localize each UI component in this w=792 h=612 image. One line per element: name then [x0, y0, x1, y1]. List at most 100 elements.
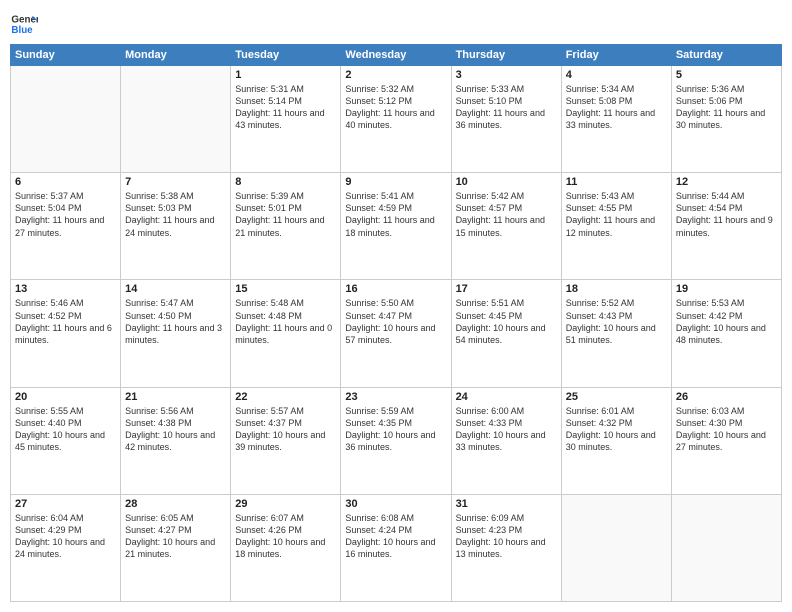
day-cell: 6Sunrise: 5:37 AMSunset: 5:04 PMDaylight…: [11, 173, 121, 280]
day-cell: 18Sunrise: 5:52 AMSunset: 4:43 PMDayligh…: [561, 280, 671, 387]
day-info: Sunrise: 5:36 AMSunset: 5:06 PMDaylight:…: [676, 83, 777, 132]
day-info: Sunrise: 5:52 AMSunset: 4:43 PMDaylight:…: [566, 297, 667, 346]
week-row-1: 1 Sunrise: 5:31 AMSunset: 5:14 PMDaylight…: [11, 66, 782, 173]
weekday-wednesday: Wednesday: [341, 45, 451, 66]
day-info: Sunrise: 5:32 AMSunset: 5:12 PMDaylight:…: [345, 83, 446, 132]
day-number: 22: [235, 391, 336, 403]
day-number: 25: [566, 391, 667, 403]
day-number: 11: [566, 176, 667, 188]
day-info: Sunrise: 5:50 AMSunset: 4:47 PMDaylight:…: [345, 297, 446, 346]
week-row-4: 20 Sunrise: 5:55 AMSunset: 4:40 PMDayligh…: [11, 387, 782, 494]
day-cell: 29 Sunrise: 6:07 AMSunset: 4:26 PMDayligh…: [231, 494, 341, 601]
day-cell: 14Sunrise: 5:47 AMSunset: 4:50 PMDayligh…: [121, 280, 231, 387]
header: General Blue: [10, 10, 782, 38]
day-cell: 11Sunrise: 5:43 AMSunset: 4:55 PMDayligh…: [561, 173, 671, 280]
day-info: Sunrise: 5:34 AMSunset: 5:08 PMDaylight:…: [566, 83, 667, 132]
day-info: Sunrise: 6:05 AMSunset: 4:27 PMDaylight:…: [125, 512, 226, 561]
day-number: 24: [456, 391, 557, 403]
svg-text:Blue: Blue: [11, 25, 33, 36]
day-cell: 12Sunrise: 5:44 AMSunset: 4:54 PMDayligh…: [671, 173, 781, 280]
logo-icon: General Blue: [10, 10, 38, 38]
day-number: 30: [345, 498, 446, 510]
day-number: 23: [345, 391, 446, 403]
weekday-header-row: SundayMondayTuesdayWednesdayThursdayFrid…: [11, 45, 782, 66]
day-info: Sunrise: 6:03 AMSunset: 4:30 PMDaylight:…: [676, 405, 777, 454]
week-row-2: 6Sunrise: 5:37 AMSunset: 5:04 PMDaylight…: [11, 173, 782, 280]
day-cell: 27 Sunrise: 6:04 AMSunset: 4:29 PMDayligh…: [11, 494, 121, 601]
day-number: 16: [345, 283, 446, 295]
day-info: Sunrise: 5:51 AMSunset: 4:45 PMDaylight:…: [456, 297, 557, 346]
day-cell: 21Sunrise: 5:56 AMSunset: 4:38 PMDayligh…: [121, 387, 231, 494]
weekday-sunday: Sunday: [11, 45, 121, 66]
day-number: 3: [456, 69, 557, 81]
day-cell: 24 Sunrise: 6:00 AMSunset: 4:33 PMDayligh…: [451, 387, 561, 494]
day-info: Sunrise: 6:04 AMSunset: 4:29 PMDaylight:…: [15, 512, 116, 561]
logo: General Blue: [10, 10, 38, 38]
day-cell: 15 Sunrise: 5:48 AMSunset: 4:48 PMDayligh…: [231, 280, 341, 387]
day-info: Sunrise: 5:46 AMSunset: 4:52 PMDaylight:…: [15, 297, 116, 346]
day-cell: 20 Sunrise: 5:55 AMSunset: 4:40 PMDayligh…: [11, 387, 121, 494]
day-cell: 5Sunrise: 5:36 AMSunset: 5:06 PMDaylight…: [671, 66, 781, 173]
day-cell: [671, 494, 781, 601]
day-cell: 7Sunrise: 5:38 AMSunset: 5:03 PMDaylight…: [121, 173, 231, 280]
weekday-friday: Friday: [561, 45, 671, 66]
day-info: Sunrise: 5:48 AMSunset: 4:48 PMDaylight:…: [235, 297, 336, 346]
day-info: Sunrise: 6:09 AMSunset: 4:23 PMDaylight:…: [456, 512, 557, 561]
day-info: Sunrise: 6:00 AMSunset: 4:33 PMDaylight:…: [456, 405, 557, 454]
day-number: 26: [676, 391, 777, 403]
day-number: 9: [345, 176, 446, 188]
day-info: Sunrise: 5:53 AMSunset: 4:42 PMDaylight:…: [676, 297, 777, 346]
day-cell: 28Sunrise: 6:05 AMSunset: 4:27 PMDayligh…: [121, 494, 231, 601]
day-number: 4: [566, 69, 667, 81]
svg-text:General: General: [11, 15, 38, 26]
day-cell: 30 Sunrise: 6:08 AMSunset: 4:24 PMDayligh…: [341, 494, 451, 601]
day-cell: 9 Sunrise: 5:41 AMSunset: 4:59 PMDaylight…: [341, 173, 451, 280]
day-cell: 31 Sunrise: 6:09 AMSunset: 4:23 PMDayligh…: [451, 494, 561, 601]
day-cell: 1 Sunrise: 5:31 AMSunset: 5:14 PMDaylight…: [231, 66, 341, 173]
day-cell: 17 Sunrise: 5:51 AMSunset: 4:45 PMDayligh…: [451, 280, 561, 387]
day-info: Sunrise: 5:55 AMSunset: 4:40 PMDaylight:…: [15, 405, 116, 454]
day-number: 10: [456, 176, 557, 188]
day-cell: 10 Sunrise: 5:42 AMSunset: 4:57 PMDayligh…: [451, 173, 561, 280]
day-cell: 8 Sunrise: 5:39 AMSunset: 5:01 PMDaylight…: [231, 173, 341, 280]
day-cell: [121, 66, 231, 173]
day-cell: 3 Sunrise: 5:33 AMSunset: 5:10 PMDaylight…: [451, 66, 561, 173]
day-info: Sunrise: 5:31 AMSunset: 5:14 PMDaylight:…: [235, 83, 336, 132]
day-cell: [561, 494, 671, 601]
day-cell: 13 Sunrise: 5:46 AMSunset: 4:52 PMDayligh…: [11, 280, 121, 387]
day-number: 6: [15, 176, 116, 188]
day-number: 13: [15, 283, 116, 295]
weekday-saturday: Saturday: [671, 45, 781, 66]
day-number: 27: [15, 498, 116, 510]
day-number: 12: [676, 176, 777, 188]
day-cell: 2 Sunrise: 5:32 AMSunset: 5:12 PMDaylight…: [341, 66, 451, 173]
day-info: Sunrise: 5:33 AMSunset: 5:10 PMDaylight:…: [456, 83, 557, 132]
calendar-body: 1 Sunrise: 5:31 AMSunset: 5:14 PMDaylight…: [11, 66, 782, 602]
day-number: 17: [456, 283, 557, 295]
day-number: 31: [456, 498, 557, 510]
day-number: 1: [235, 69, 336, 81]
day-number: 19: [676, 283, 777, 295]
day-cell: 23Sunrise: 5:59 AMSunset: 4:35 PMDayligh…: [341, 387, 451, 494]
week-row-5: 27 Sunrise: 6:04 AMSunset: 4:29 PMDayligh…: [11, 494, 782, 601]
day-cell: 4 Sunrise: 5:34 AMSunset: 5:08 PMDaylight…: [561, 66, 671, 173]
calendar-table: SundayMondayTuesdayWednesdayThursdayFrid…: [10, 44, 782, 602]
day-cell: 22 Sunrise: 5:57 AMSunset: 4:37 PMDayligh…: [231, 387, 341, 494]
day-info: Sunrise: 6:08 AMSunset: 4:24 PMDaylight:…: [345, 512, 446, 561]
day-number: 29: [235, 498, 336, 510]
day-cell: 19 Sunrise: 5:53 AMSunset: 4:42 PMDayligh…: [671, 280, 781, 387]
day-info: Sunrise: 5:56 AMSunset: 4:38 PMDaylight:…: [125, 405, 226, 454]
day-info: Sunrise: 5:42 AMSunset: 4:57 PMDaylight:…: [456, 190, 557, 239]
day-info: Sunrise: 6:01 AMSunset: 4:32 PMDaylight:…: [566, 405, 667, 454]
day-info: Sunrise: 5:41 AMSunset: 4:59 PMDaylight:…: [345, 190, 446, 239]
day-number: 15: [235, 283, 336, 295]
day-info: Sunrise: 5:39 AMSunset: 5:01 PMDaylight:…: [235, 190, 336, 239]
day-cell: 26 Sunrise: 6:03 AMSunset: 4:30 PMDayligh…: [671, 387, 781, 494]
day-number: 14: [125, 283, 226, 295]
day-info: Sunrise: 6:07 AMSunset: 4:26 PMDaylight:…: [235, 512, 336, 561]
day-cell: 16 Sunrise: 5:50 AMSunset: 4:47 PMDayligh…: [341, 280, 451, 387]
day-number: 20: [15, 391, 116, 403]
day-number: 8: [235, 176, 336, 188]
day-info: Sunrise: 5:57 AMSunset: 4:37 PMDaylight:…: [235, 405, 336, 454]
day-number: 2: [345, 69, 446, 81]
